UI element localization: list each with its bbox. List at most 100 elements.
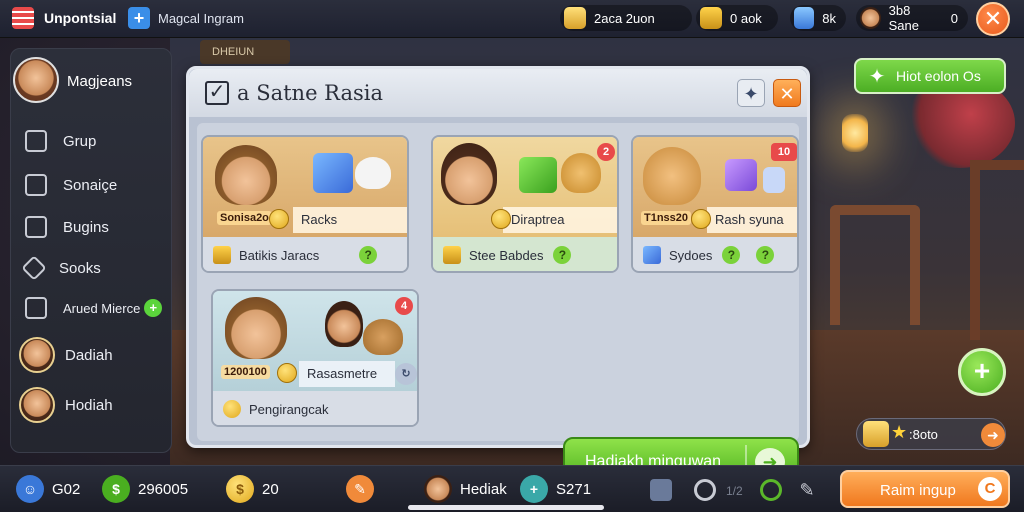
reward-action-icon[interactable]: ➜ bbox=[981, 423, 1005, 447]
friend-avatar[interactable] bbox=[19, 387, 55, 423]
background-lamp bbox=[842, 114, 868, 152]
ring-icon[interactable] bbox=[760, 479, 782, 501]
bottom-gems[interactable]: + S271 bbox=[520, 474, 591, 504]
sidebar-item-label: Sooks bbox=[59, 259, 101, 277]
sidebar-friend-hodiah[interactable]: Hodiah bbox=[55, 389, 165, 421]
sidebar-friend-dadiah[interactable]: Dadiah bbox=[55, 339, 165, 371]
gold-resource-value: 2aca 2uon bbox=[594, 10, 655, 26]
bottom-cash[interactable]: $ 296005 bbox=[102, 474, 188, 504]
pencil-icon[interactable]: ✎ bbox=[796, 479, 818, 501]
sidebar-item-bugins[interactable]: Bugins bbox=[11, 211, 171, 243]
sidebar-item-sooks[interactable]: Sooks bbox=[11, 252, 171, 284]
bottom-hero[interactable]: Hediak bbox=[424, 474, 507, 504]
sidebar-item-grup[interactable]: Grup bbox=[11, 125, 171, 157]
info-icon[interactable]: ? bbox=[553, 246, 572, 264]
card-footer: Stee Babdes ? bbox=[433, 237, 617, 271]
bottom-gold[interactable]: ☺ G02 bbox=[16, 474, 80, 504]
shop-card[interactable]: 4 Rasasmetre 1200100 ↻ Pengirangcak bbox=[211, 289, 419, 427]
gold-resource[interactable]: 2aca 2uon bbox=[560, 5, 692, 31]
add-fab-button[interactable]: + bbox=[958, 348, 1006, 396]
app-logo-icon bbox=[12, 7, 34, 29]
sidebar-item-arued-mierce[interactable]: Arued Mierce + bbox=[11, 292, 171, 324]
hint-button[interactable]: ✦ Hiot eolon Os bbox=[854, 58, 1006, 94]
card-footer-label: Stee Babdes bbox=[469, 247, 544, 263]
crate-icon bbox=[700, 7, 722, 29]
card-price: 1200100 bbox=[221, 365, 270, 379]
coin-icon bbox=[491, 209, 511, 229]
background-sign: DHEIUN bbox=[200, 40, 290, 64]
close-game-button[interactable]: ✕ bbox=[976, 2, 1010, 36]
player-icon: ☺ bbox=[16, 475, 44, 503]
blue-cube-image bbox=[313, 153, 353, 193]
dialog-body: Racks Sonisa2o Batikis Jaracs ? 2 Dirapt… bbox=[197, 123, 799, 485]
teddy-bear-image bbox=[363, 319, 403, 355]
player-resource-count: 0 bbox=[950, 10, 958, 26]
hero-avatar-icon bbox=[424, 475, 452, 503]
coin-icon bbox=[277, 363, 297, 383]
card-footer-label: Batikis Jaracs bbox=[239, 247, 320, 263]
briefcase-icon bbox=[25, 216, 47, 238]
info-icon[interactable]: ? bbox=[359, 246, 378, 264]
dialog-header: ✓ a Satne Rasia ✦ ✕ bbox=[189, 69, 807, 117]
bottom-boost[interactable]: ✎ bbox=[346, 474, 382, 504]
refresh-icon: C bbox=[978, 477, 1002, 501]
crate-icon bbox=[213, 246, 231, 264]
shop-card[interactable]: Racks Sonisa2o Batikis Jaracs ? bbox=[201, 135, 409, 273]
login-button[interactable]: Raim ingup C bbox=[840, 470, 1010, 508]
card-price: T1nss20 bbox=[641, 211, 692, 225]
bottom-coins-value: 20 bbox=[262, 480, 279, 498]
sparkle-icon: ✦ bbox=[868, 66, 886, 88]
background-chair-side bbox=[970, 160, 1024, 340]
shop-card[interactable]: 10 Rash syuna T1nss20 Sydoes ? ? bbox=[631, 135, 799, 273]
sidebar-item-label: Bugins bbox=[63, 218, 109, 236]
friend-label: Dadiah bbox=[65, 346, 113, 364]
gift-resource-value: 8k bbox=[822, 10, 836, 26]
settings-icon[interactable] bbox=[694, 479, 716, 501]
help-icon[interactable]: ? bbox=[756, 246, 775, 264]
pin-button[interactable]: ✦ bbox=[737, 79, 765, 107]
reward-pill[interactable]: ★ :8oto ➜ bbox=[856, 418, 1006, 450]
treasure-icon bbox=[564, 7, 586, 29]
box-resource-value: 0 aok bbox=[730, 10, 762, 26]
bear-image bbox=[561, 153, 601, 193]
shop-dialog: ✓ a Satne Rasia ✦ ✕ Racks Sonisa2o Batik… bbox=[186, 66, 810, 485]
star-icon: ★ bbox=[891, 422, 908, 442]
player-resource[interactable]: 3b8 Sane 0 bbox=[856, 3, 968, 33]
card-footer: Batikis Jaracs ? bbox=[203, 237, 407, 271]
bear-image bbox=[643, 147, 701, 205]
card-footer-label: Sydoes bbox=[669, 247, 713, 263]
jar-image bbox=[763, 167, 785, 193]
shop-card[interactable]: 2 Diraptrea Stee Babdes ? bbox=[431, 135, 619, 273]
box-resource[interactable]: 0 aok bbox=[696, 5, 778, 31]
user-name: Magjeans bbox=[67, 73, 133, 90]
close-dialog-button[interactable]: ✕ bbox=[773, 79, 801, 107]
home-indicator[interactable] bbox=[408, 505, 604, 510]
card-label: Rasasmetre bbox=[299, 361, 395, 387]
character-image bbox=[225, 297, 287, 359]
friend-label: Hodiah bbox=[65, 396, 113, 414]
bottom-gems-value: S271 bbox=[556, 480, 592, 498]
app-title: Unpontsial bbox=[44, 10, 117, 26]
edit-icon bbox=[25, 174, 47, 196]
book-icon bbox=[25, 130, 47, 152]
info-icon[interactable]: ? bbox=[722, 246, 741, 264]
plus-icon[interactable]: + bbox=[128, 7, 150, 29]
hint-label: Hiot eolon Os bbox=[896, 68, 981, 84]
sidebar: Magjeans Grup Sonaiçe Bugins Sooks Arued… bbox=[10, 48, 172, 453]
trash-icon[interactable] bbox=[650, 479, 672, 501]
checkbox-icon[interactable]: ✓ bbox=[205, 81, 229, 105]
cash-icon: $ bbox=[102, 475, 130, 503]
card-label: Racks bbox=[293, 207, 407, 233]
friend-avatar[interactable] bbox=[19, 337, 55, 373]
bottom-cash-value: 296005 bbox=[138, 480, 189, 498]
sidebar-item-sonaice[interactable]: Sonaiçe bbox=[11, 169, 171, 201]
login-label: Raim ingup bbox=[880, 482, 956, 499]
blue-cube-icon bbox=[643, 246, 661, 264]
coin-icon bbox=[691, 209, 711, 229]
refresh-icon[interactable]: ↻ bbox=[395, 363, 417, 385]
gift-resource[interactable]: 8k bbox=[790, 5, 846, 31]
bottom-gold-value: G02 bbox=[52, 480, 81, 498]
card-footer-label: Pengirangcak bbox=[249, 401, 329, 417]
bottom-coins[interactable]: $ 20 bbox=[226, 474, 279, 504]
user-avatar[interactable] bbox=[13, 57, 59, 103]
